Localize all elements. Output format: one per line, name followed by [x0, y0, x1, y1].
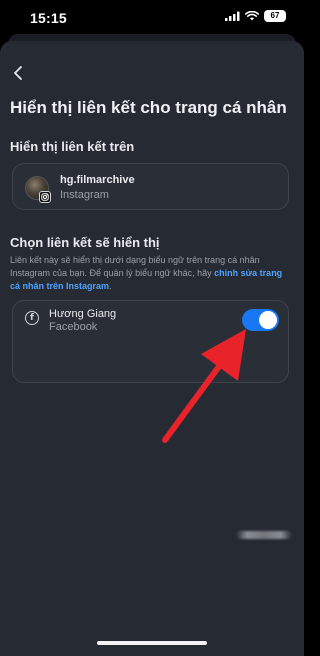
- account-platform: Instagram: [60, 189, 109, 201]
- instagram-icon: [39, 191, 51, 203]
- section-title-choose-link: Chọn liên kết sẽ hiển thị: [10, 235, 160, 250]
- home-indicator[interactable]: [97, 641, 207, 645]
- account-card[interactable]: hg.filmarchive Instagram: [12, 163, 289, 210]
- description-end: .: [109, 281, 112, 291]
- status-icons: 67: [225, 10, 286, 22]
- status-time: 15:15: [30, 10, 67, 26]
- facebook-link-toggle[interactable]: [242, 309, 279, 331]
- facebook-link-card: f Hương Giang Facebook: [12, 300, 289, 383]
- chevron-left-icon: [14, 66, 22, 80]
- description-text: Liên kết này sẽ hiển thị dưới dạng biểu …: [10, 254, 292, 293]
- account-username: hg.filmarchive: [60, 174, 135, 186]
- status-bar: 15:15 67: [0, 0, 304, 34]
- wifi-icon: [245, 11, 259, 21]
- facebook-platform-label: Facebook: [49, 321, 98, 333]
- toggle-knob: [259, 311, 277, 329]
- section-title-linked-on: Hiển thị liên kết trên: [10, 139, 135, 154]
- signal-icon: [225, 11, 240, 21]
- back-button[interactable]: [8, 63, 28, 83]
- settings-sheet: Hiển thị liên kết cho trang cá nhân Hiển…: [0, 41, 304, 656]
- blurred-text-artifact: [236, 531, 292, 539]
- battery-indicator: 67: [264, 10, 286, 22]
- facebook-icon: f: [25, 311, 39, 325]
- facebook-account-name: Hương Giang: [49, 308, 117, 320]
- page-title: Hiển thị liên kết cho trang cá nhân: [10, 98, 287, 117]
